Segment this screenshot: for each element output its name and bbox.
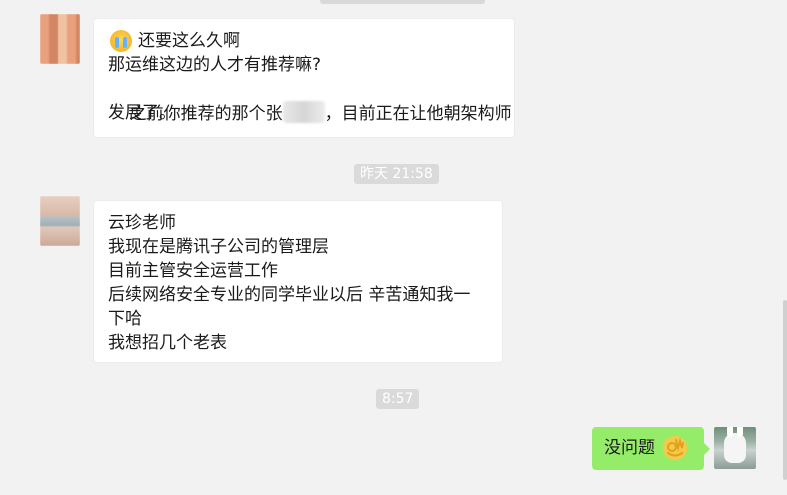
message-line: 那运维这边的人才有推荐嘛? <box>108 55 322 75</box>
top-stub <box>320 0 485 4</box>
scroll-thumb[interactable] <box>783 300 787 480</box>
contact-avatar-image <box>40 196 80 246</box>
contact-avatar[interactable] <box>40 14 80 64</box>
message-line: 下哈 <box>108 309 142 329</box>
redacted-name <box>282 101 325 123</box>
message-line: 我想招几个老表 <box>108 333 227 353</box>
message-line: 还要这么久啊 <box>138 31 240 51</box>
message-bubble-1[interactable]: 还要这么久啊 那运维这边的人才有推荐嘛? 之前你推荐的那个张 ，目前正在让他朝架构… <box>93 18 515 138</box>
message-line: 目前主管安全运营工作 <box>108 261 278 281</box>
timestamp: 8:57 <box>376 389 420 409</box>
contact-avatar-image <box>40 14 80 64</box>
message-line: 后续网络安全专业的同学毕业以后 辛苦通知我一 <box>108 285 471 305</box>
message-line: 我现在是腾讯子公司的管理层 <box>108 237 329 257</box>
timestamp: 昨天 21:58 <box>354 164 439 184</box>
message-line-part: ，目前正在让他朝架构师 <box>324 104 512 124</box>
contact-avatar[interactable] <box>40 196 80 246</box>
scrollbar[interactable] <box>781 0 787 495</box>
message-line: 云珍老师 <box>108 213 176 233</box>
user-avatar[interactable] <box>714 427 756 469</box>
crying-face-icon <box>110 30 132 52</box>
message-line: 发展了。 <box>108 103 176 123</box>
message-bubble-3[interactable]: 没问题 <box>592 427 710 470</box>
message-line: 没问题 <box>604 438 655 458</box>
message-bubble-2[interactable]: 云珍老师 我现在是腾讯子公司的管理层 目前主管安全运营工作 后续网络安全专业的同… <box>93 200 503 363</box>
ok-hand-icon <box>663 436 687 460</box>
bunny-icon <box>724 427 746 463</box>
